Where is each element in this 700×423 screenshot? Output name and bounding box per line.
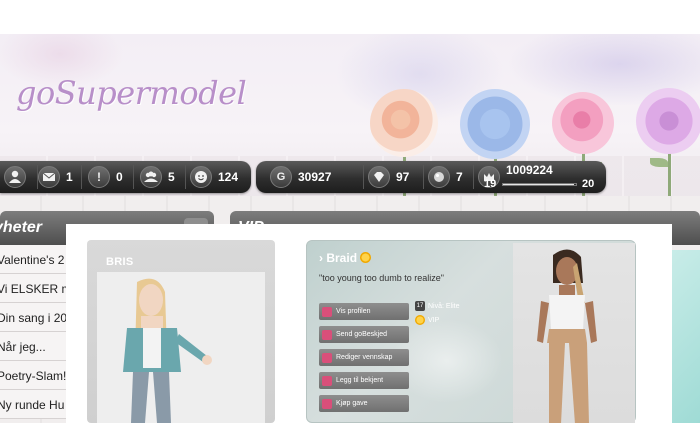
pink-rose-decoration [552,92,614,154]
star-icon [322,375,332,386]
diamonds-count: 97 [396,170,410,184]
vip-avatar-area[interactable] [513,243,635,423]
envelope-icon [38,166,60,188]
vip-card-actions: Vis profilen Send goBeskjed Rediger venn… [319,303,409,418]
alerts-button[interactable]: ! 0 [88,161,134,193]
flower-leaf [650,158,668,167]
xp-progress: 1009224 19 20 [476,161,606,193]
messages-count: 1 [66,170,73,184]
xp-fill [503,184,574,185]
side-decoration [672,250,700,423]
purple-rose-decoration [636,88,700,154]
coins-count: 30927 [298,170,332,184]
currency-stats-bar: G 30927 97 7 1009224 19 20 [256,161,606,193]
chevron-right-icon: › [319,251,323,265]
messages-button[interactable]: 1 [38,161,82,193]
profile-icon [322,306,332,317]
friendship-icon [322,352,332,363]
profile-card-avatar-area [97,272,265,423]
braided-avatar-figure [537,249,597,423]
xp-current: 1009224 [506,163,553,177]
blonde-avatar-figure [123,278,212,423]
vip-card-title: › Braid [319,251,372,265]
news-item[interactable]: Poetry-Slam! [0,361,66,390]
edit-friendship-label: Rediger vennskap [336,354,393,361]
profile-button[interactable] [4,161,38,193]
level-badge: 17 [415,301,425,311]
diamond-icon [368,166,390,188]
coin-icon: G [270,166,292,188]
news-list: Valentine's 2 Vi ELSKER m Din sang i 20 … [0,245,66,419]
vip-text: VIP [428,316,440,324]
site-logo[interactable]: goSupermodel [16,74,247,112]
vip-card-name[interactable]: Braid [326,251,357,265]
peach-rose-decoration [370,89,438,157]
flower-stem [668,150,671,196]
exclamation-icon: ! [88,166,110,188]
vip-badge-icon [415,315,425,325]
smiley-icon [190,166,212,188]
smileys-button[interactable]: 124 [190,161,248,193]
add-acquaintance-button[interactable]: Legg til bekjent [319,372,409,389]
buy-gift-label: Kjøp gave [336,400,368,407]
gift-icon [322,398,332,409]
news-item[interactable]: Ny runde Hu [0,390,66,419]
vip-profile-card: › Braid "too young too dumb to realize" … [306,240,636,423]
news-item[interactable]: Din sang i 20 [0,303,66,332]
view-profile-label: Vis profilen [336,308,371,315]
sun-icon [360,252,372,263]
friends-button[interactable]: 5 [140,161,186,193]
profile-card-name: BRIS [106,256,134,268]
news-item[interactable]: Valentine's 2 [0,245,66,274]
send-message-label: Send goBeskjed [336,331,387,338]
diamonds-button[interactable]: 97 [368,161,424,193]
add-acquaintance-label: Legg til bekjent [336,377,384,384]
xp-track [502,183,577,186]
user-stats-bar: 1 ! 0 5 124 [0,161,251,193]
view-profile-button[interactable]: Vis profilen [319,303,409,320]
alerts-count: 0 [116,170,123,184]
vip-card-info: 17 Nivå: Elite VIP [415,301,460,329]
friends-count: 5 [168,170,175,184]
smileys-count: 124 [218,170,239,184]
pearls-button[interactable]: 7 [428,161,474,193]
news-heading: yheter [0,219,43,236]
edit-friendship-button[interactable]: Rediger vennskap [319,349,409,366]
level-text: Nivå: Elite [428,302,460,310]
pearls-count: 7 [456,170,463,184]
pearl-icon [428,166,450,188]
news-item[interactable]: Når jeg... [0,332,66,361]
level-to: 20 [582,178,595,190]
buy-gift-button[interactable]: Kjøp gave [319,395,409,412]
coins-button[interactable]: G 30927 [270,161,364,193]
news-item[interactable]: Vi ELSKER m [0,274,66,303]
user-icon [4,166,26,188]
send-message-button[interactable]: Send goBeskjed [319,326,409,343]
level-from: 19 [484,178,497,190]
vip-card-quote: "too young too dumb to realize" [319,273,444,283]
message-icon [322,329,332,340]
blue-hydrangea-decoration [460,89,530,159]
profile-card[interactable]: BRIS [87,240,275,423]
friends-icon [140,166,162,188]
